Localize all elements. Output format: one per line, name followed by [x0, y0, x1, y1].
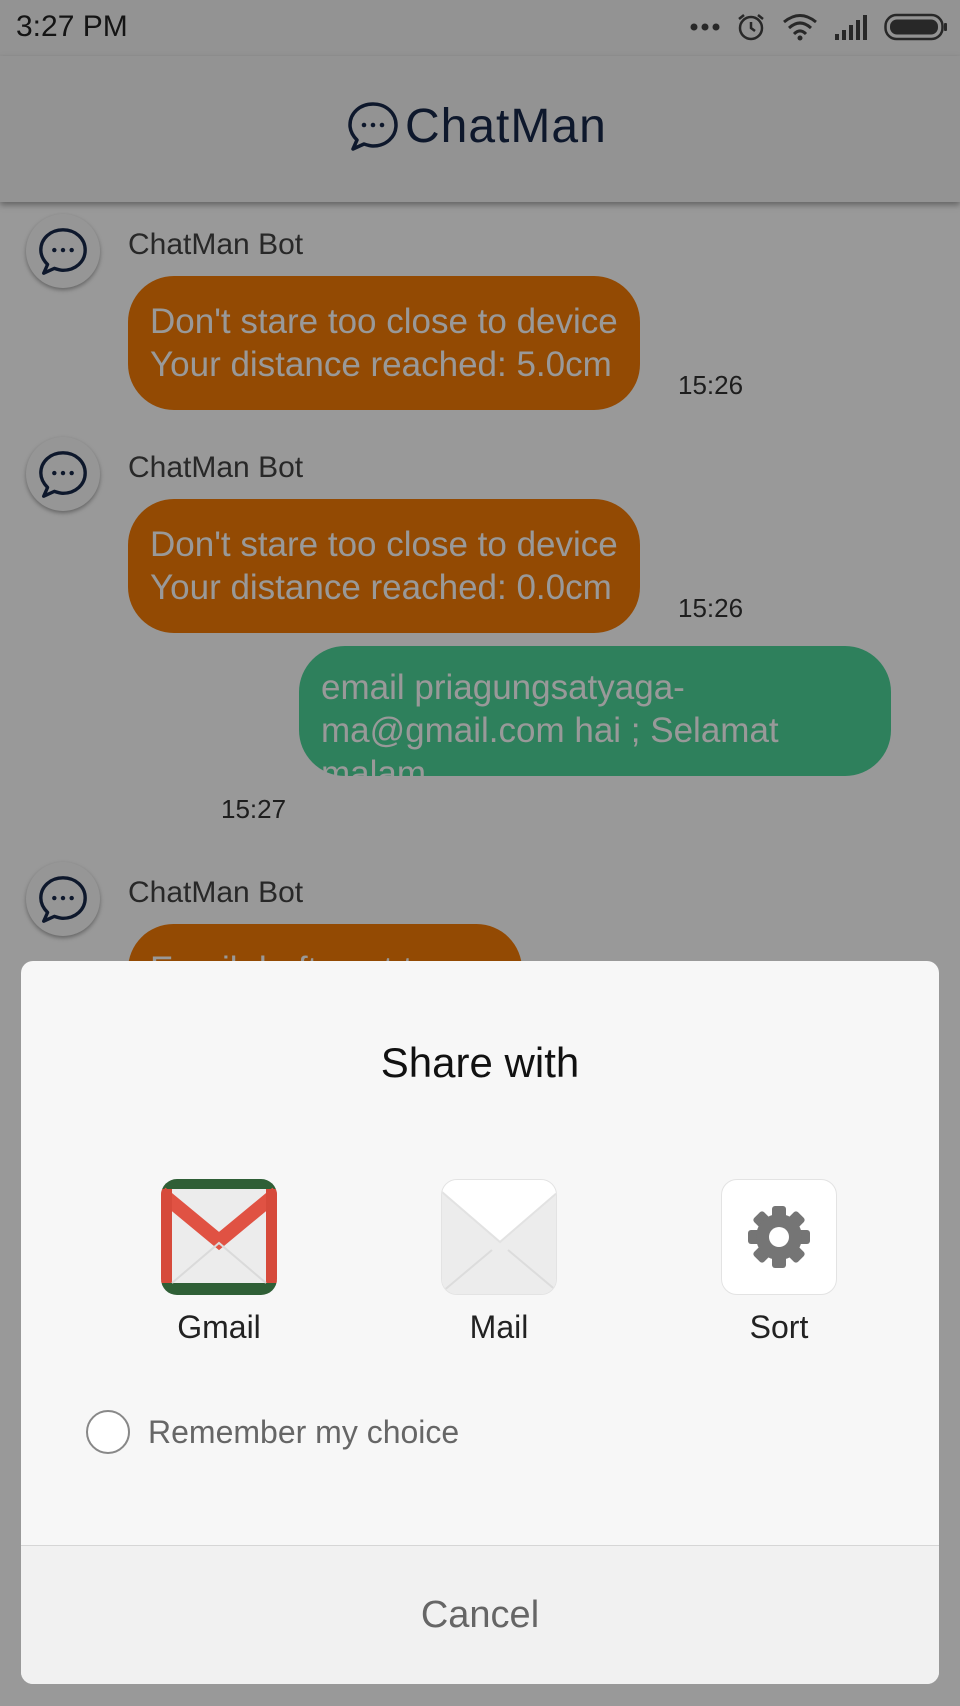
remember-choice-label: Remember my choice [148, 1413, 460, 1450]
share-option-label: Gmail [177, 1309, 261, 1345]
share-sheet-title: Share with [380, 1039, 580, 1086]
remember-choice[interactable]: Remember my choice [86, 1410, 459, 1454]
mail-icon [441, 1179, 557, 1295]
share-option-sort[interactable]: Sort [679, 1179, 879, 1369]
gear-icon [721, 1179, 837, 1295]
gmail-icon [161, 1179, 277, 1295]
share-option-label: Sort [749, 1309, 809, 1345]
share-option-mail[interactable]: Mail [399, 1179, 599, 1369]
share-option-gmail[interactable]: Gmail [119, 1179, 319, 1369]
cancel-button[interactable]: Cancel [21, 1546, 939, 1684]
share-app-list: Gmail Mail Sort [21, 1179, 939, 1379]
remember-choice-radio[interactable] [86, 1410, 130, 1454]
share-sheet: Share with Gmail Mail Sort Remember my c… [21, 961, 939, 1684]
share-option-label: Mail [469, 1309, 529, 1345]
